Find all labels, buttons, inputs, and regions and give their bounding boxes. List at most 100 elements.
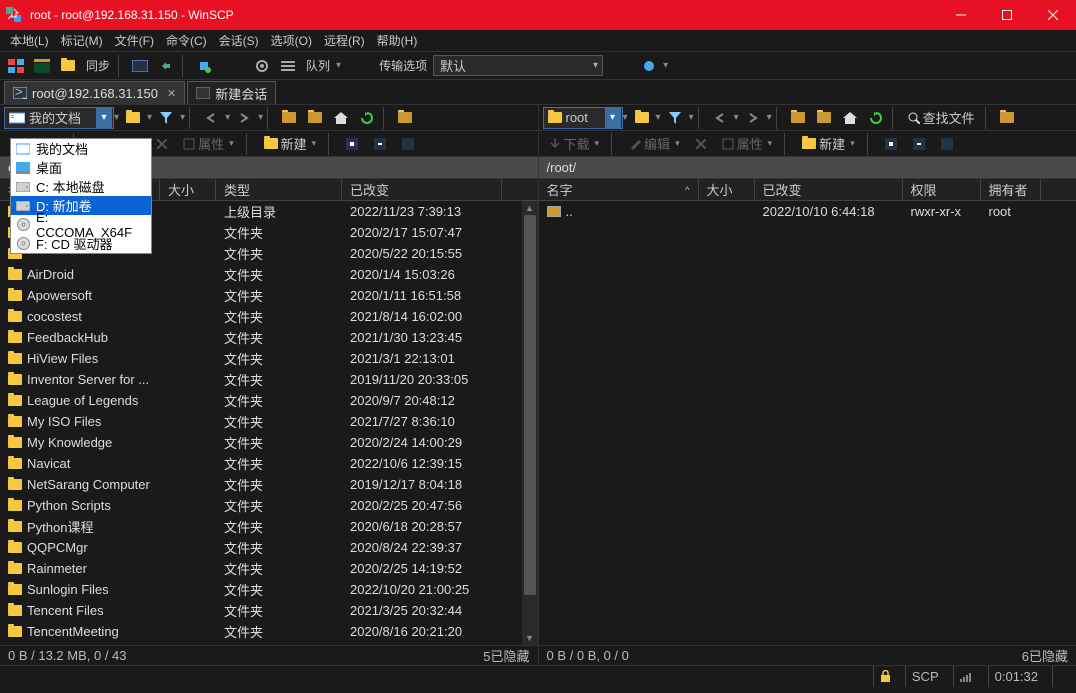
remote-delete-button[interactable] — [690, 133, 712, 155]
remote-props-button[interactable]: 属性▾ — [716, 133, 779, 155]
transfer-combo[interactable]: 默认 — [433, 55, 603, 76]
remote-filter-button[interactable] — [663, 107, 687, 129]
remote-edit-button[interactable]: 编辑▾ — [623, 133, 686, 155]
remote-file-list[interactable]: ..2022/10/10 6:44:18rwxr-xr-xroot — [539, 201, 1076, 645]
session-tab[interactable]: >_ root@192.168.31.150 ✕ — [4, 81, 185, 104]
file-row[interactable]: QQPCMgr文件夹2020/8/24 22:39:37 — [0, 537, 538, 558]
remote-col-size[interactable]: 大小 — [699, 179, 755, 200]
remote-invert-button[interactable] — [935, 133, 959, 155]
local-col-size[interactable]: 大小 — [160, 179, 216, 200]
remote-dir-combo[interactable]: root ▾ — [543, 107, 623, 129]
remote-bookmark-button[interactable] — [995, 107, 1019, 129]
file-row[interactable]: FeedbackHub文件夹2021/1/30 13:23:45 — [0, 327, 538, 348]
toolbar-button-5[interactable] — [154, 55, 178, 77]
local-filter-button[interactable] — [154, 107, 178, 129]
remote-new-button[interactable]: 新建▾ — [796, 133, 861, 155]
menu-commands[interactable]: 命令(C) — [160, 30, 213, 51]
remote-up-button[interactable] — [786, 107, 810, 129]
local-col-type[interactable]: 类型 — [216, 179, 342, 200]
file-row[interactable]: cocostest文件夹2021/8/14 16:02:00 — [0, 306, 538, 327]
local-props-button[interactable]: 属性▾ — [177, 133, 240, 155]
toolbar-button-6[interactable] — [192, 55, 216, 77]
local-up-button[interactable] — [277, 107, 301, 129]
remote-path-bar[interactable]: /root/ — [539, 157, 1076, 179]
explorer-button[interactable] — [30, 55, 54, 77]
local-home-button[interactable] — [329, 107, 353, 129]
remote-select-all-button[interactable] — [879, 133, 903, 155]
local-delete-button[interactable] — [151, 133, 173, 155]
menu-help[interactable]: 帮助(H) — [371, 30, 424, 51]
remote-root-button[interactable] — [812, 107, 836, 129]
sync-label[interactable]: 同步 — [82, 57, 114, 74]
menu-session[interactable]: 会话(S) — [213, 30, 265, 51]
menu-mark[interactable]: 标记(M) — [55, 30, 109, 51]
menu-files[interactable]: 文件(F) — [109, 30, 160, 51]
file-row[interactable]: Python Scripts文件夹2020/2/25 20:47:56 — [0, 495, 538, 516]
local-back-button[interactable] — [199, 107, 223, 129]
status-lock-icon[interactable] — [873, 666, 897, 687]
file-row[interactable]: HiView Files文件夹2021/3/1 22:13:01 — [0, 348, 538, 369]
file-row[interactable]: TencentMeeting文件夹2020/8/16 20:21:20 — [0, 621, 538, 642]
dropdown-item[interactable]: E: CCCOMA_X64F — [11, 215, 151, 234]
local-drive-combo[interactable]: 我的文档 ▾ — [4, 107, 114, 129]
remote-deselect-button[interactable] — [907, 133, 931, 155]
local-refresh-button[interactable] — [355, 107, 379, 129]
local-root-button[interactable] — [303, 107, 327, 129]
local-file-list[interactable]: ..上级目录2022/11/23 7:39:13文件夹2020/2/17 15:… — [0, 201, 538, 645]
new-session-tab[interactable]: 新建会话 — [187, 81, 276, 104]
queue-label[interactable]: 队列 — [302, 57, 334, 74]
local-open-button[interactable] — [121, 107, 145, 129]
remote-col-perm[interactable]: 权限 — [903, 179, 981, 200]
local-new-button[interactable]: 新建▾ — [258, 133, 323, 155]
queue-button[interactable] — [276, 55, 300, 77]
dropdown-item[interactable]: C: 本地磁盘 — [11, 177, 151, 196]
file-row[interactable]: Sunlogin Files文件夹2022/10/20 21:00:25 — [0, 579, 538, 600]
file-row[interactable]: NetSarang Computer文件夹2019/12/17 8:04:18 — [0, 474, 538, 495]
menu-remote[interactable]: 远程(R) — [318, 30, 371, 51]
local-forward-button[interactable] — [232, 107, 256, 129]
local-deselect-button[interactable] — [368, 133, 392, 155]
remote-open-button[interactable] — [630, 107, 654, 129]
remote-home-button[interactable] — [838, 107, 862, 129]
toolbar-button-4[interactable] — [128, 55, 152, 77]
drive-dropdown[interactable]: 我的文档桌面C: 本地磁盘D: 新加卷E: CCCOMA_X64FF: CD 驱… — [10, 138, 152, 254]
local-invert-button[interactable] — [396, 133, 420, 155]
dropdown-item[interactable]: 我的文档 — [11, 139, 151, 158]
remote-back-button[interactable] — [708, 107, 732, 129]
file-row[interactable]: Python课程文件夹2020/6/18 20:28:57 — [0, 516, 538, 537]
file-row[interactable]: Tencent Files文件夹2021/3/25 20:32:44 — [0, 600, 538, 621]
local-bookmark-button[interactable] — [393, 107, 417, 129]
remote-col-date[interactable]: 已改变 — [755, 179, 903, 200]
toolbar-button-7[interactable] — [637, 55, 661, 77]
local-select-all-button[interactable] — [340, 133, 364, 155]
file-row[interactable]: My ISO Files文件夹2021/7/27 8:36:10 — [0, 411, 538, 432]
file-row[interactable]: Inventor Server for ...文件夹2019/11/20 20:… — [0, 369, 538, 390]
file-row[interactable]: Rainmeter文件夹2020/2/25 14:19:52 — [0, 558, 538, 579]
settings-button[interactable] — [250, 55, 274, 77]
file-row[interactable]: Navicat文件夹2022/10/6 12:39:15 — [0, 453, 538, 474]
dropdown-item[interactable]: 桌面 — [11, 158, 151, 177]
menu-local[interactable]: 本地(L) — [4, 30, 55, 51]
remote-refresh-button[interactable] — [864, 107, 888, 129]
local-col-date[interactable]: 已改变 — [342, 179, 502, 200]
remote-col-owner[interactable]: 拥有者 — [981, 179, 1041, 200]
minimize-button[interactable] — [938, 0, 984, 30]
maximize-button[interactable] — [984, 0, 1030, 30]
close-button[interactable] — [1030, 0, 1076, 30]
remote-col-name[interactable]: 名字^ — [539, 179, 699, 200]
remote-download-button[interactable]: 下载▾ — [543, 133, 606, 155]
file-row[interactable]: My Knowledge文件夹2020/2/24 14:00:29 — [0, 432, 538, 453]
toolbar-button-3[interactable] — [56, 55, 80, 77]
remote-find-button[interactable]: 查找文件 — [902, 107, 981, 129]
menu-options[interactable]: 选项(O) — [265, 30, 318, 51]
local-scroll-thumb[interactable] — [524, 215, 536, 595]
file-row[interactable]: League of Legends文件夹2020/9/7 20:48:12 — [0, 390, 538, 411]
file-row[interactable]: Apowersoft文件夹2020/1/11 16:51:58 — [0, 285, 538, 306]
file-row[interactable]: ..2022/10/10 6:44:18rwxr-xr-xroot — [539, 201, 1076, 222]
commander-button[interactable] — [4, 55, 28, 77]
local-status-selection: 0 B / 13.2 MB, 0 / 43 — [8, 648, 127, 663]
file-row[interactable]: AirDroid文件夹2020/1/4 15:03:26 — [0, 264, 538, 285]
remote-forward-button[interactable] — [741, 107, 765, 129]
local-scrollbar[interactable]: ▲ ▼ — [522, 201, 538, 645]
close-tab-icon[interactable]: ✕ — [167, 87, 176, 100]
